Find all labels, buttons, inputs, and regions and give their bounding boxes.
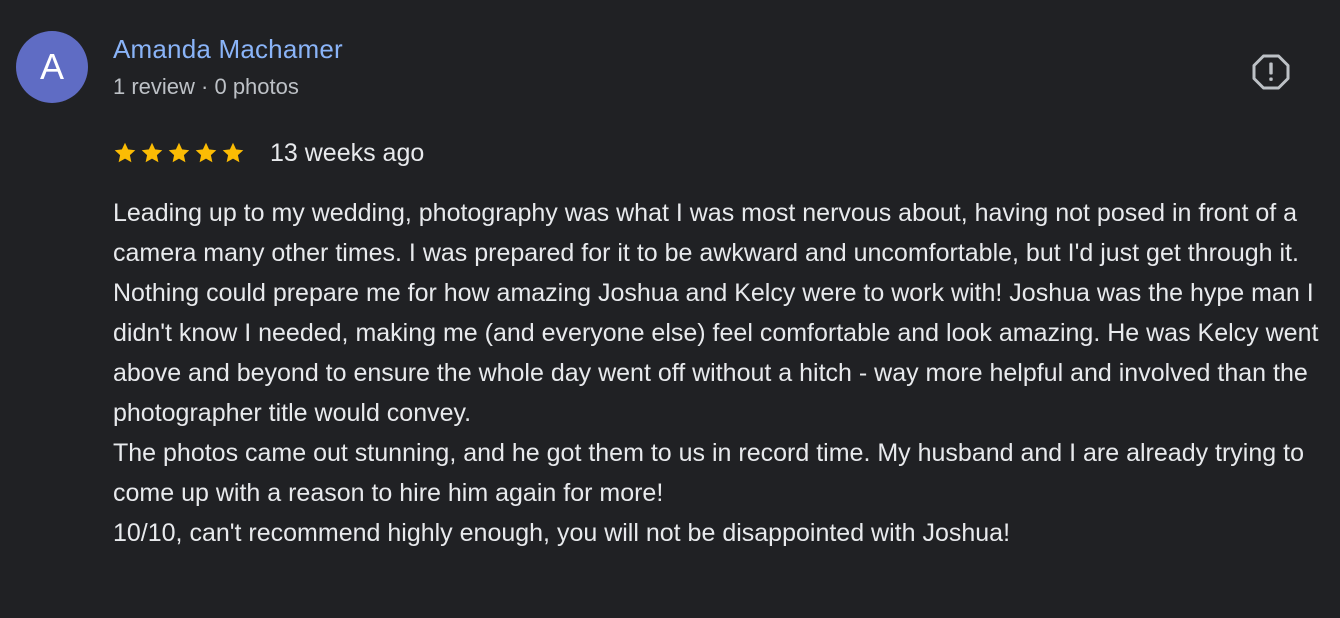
review-paragraph: 10/10, can't recommend highly enough, yo… (113, 519, 1011, 547)
star-icon (141, 142, 163, 163)
star-icon (222, 142, 244, 163)
review-text: Leading up to my wedding, photography wa… (113, 193, 1335, 553)
rating-row: 13 weeks ago (113, 136, 424, 170)
star-rating (113, 141, 248, 165)
report-button[interactable] (1252, 54, 1290, 90)
author-meta: 1 review · 0 photos (113, 74, 299, 99)
review-card: A Amanda Machamer 1 review · 0 photos 13… (0, 0, 1340, 618)
review-paragraph: Leading up to my wedding, photography wa… (113, 199, 1299, 267)
review-paragraph: The photos came out stunning, and he got… (113, 439, 1304, 507)
review-paragraph: Nothing could prepare me for how amazing… (113, 279, 1319, 427)
avatar-initial: A (39, 46, 64, 87)
review-time: 13 weeks ago (270, 138, 425, 167)
author-name[interactable]: Amanda Machamer (113, 34, 343, 65)
star-icon (168, 142, 190, 163)
report-flag-icon (1252, 54, 1290, 90)
star-icon (195, 142, 217, 163)
star-icon (114, 142, 136, 163)
avatar[interactable]: A (16, 31, 88, 103)
